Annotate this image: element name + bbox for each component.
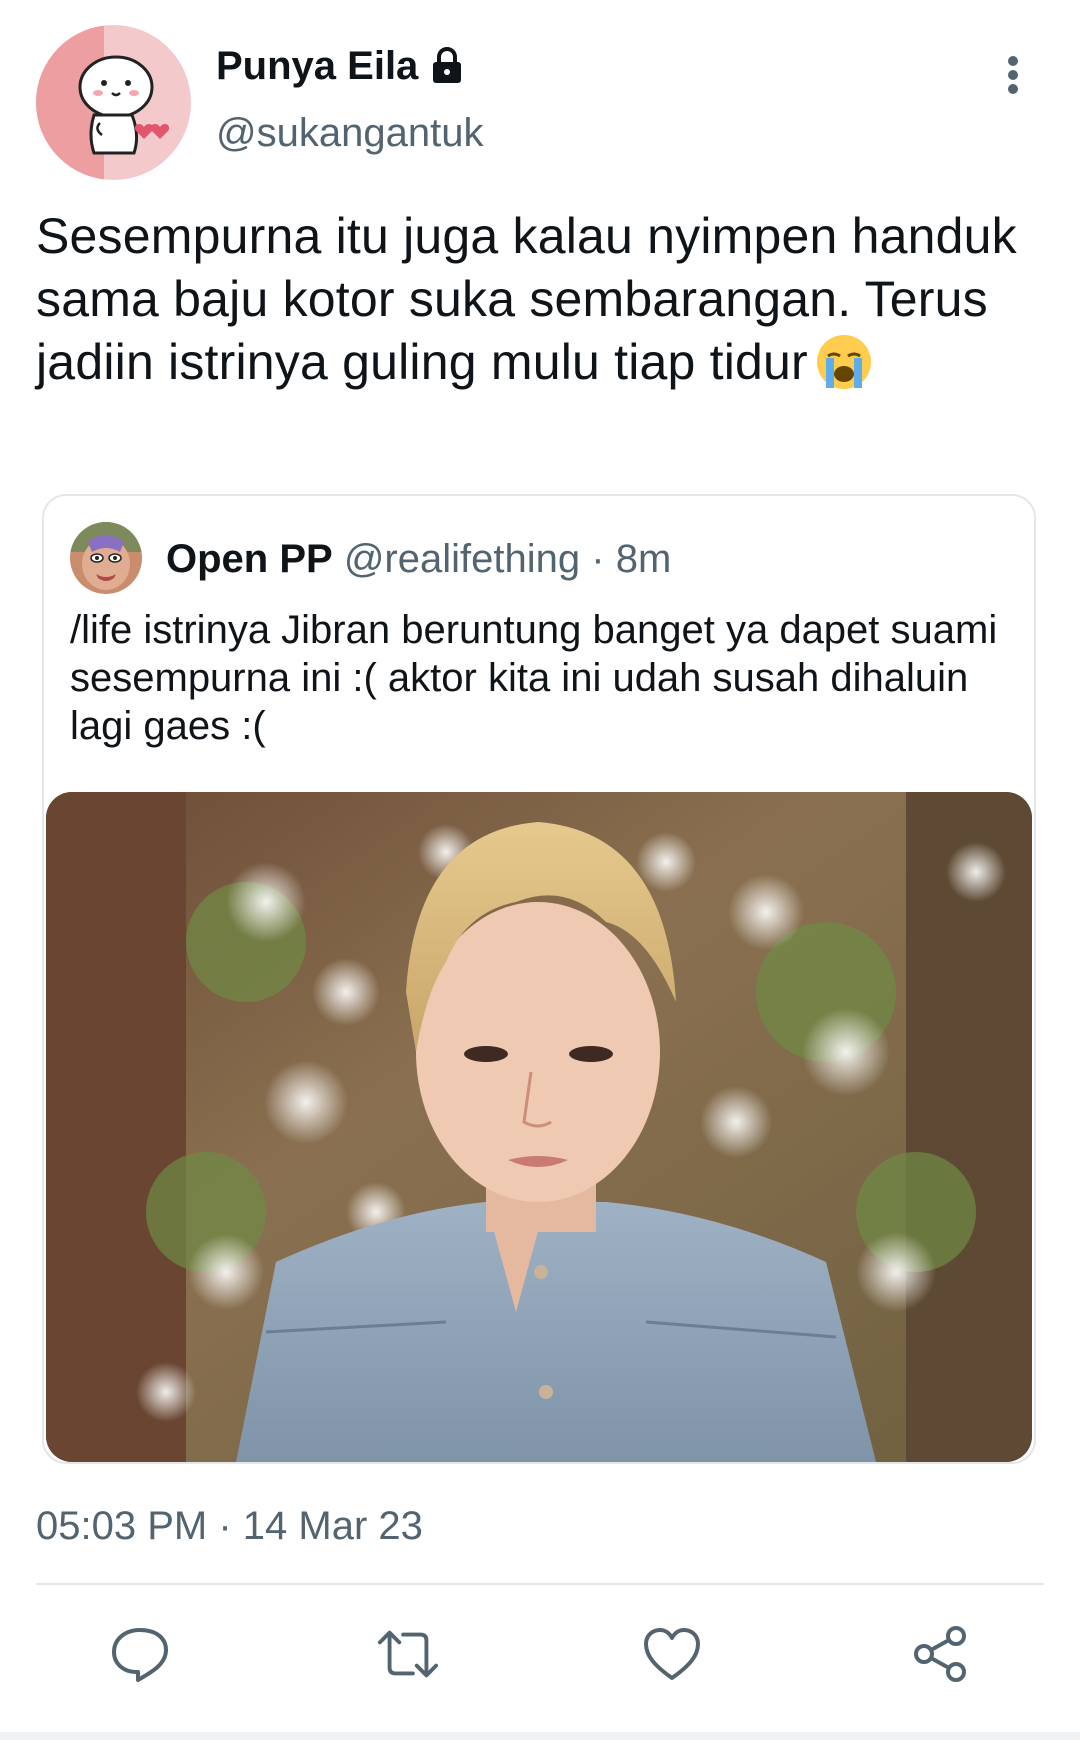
tweet-time: 05:03 PM — [36, 1504, 208, 1548]
share-icon — [914, 1626, 966, 1682]
more-vertical-icon — [1008, 56, 1018, 94]
quoted-tweet-photo[interactable] — [46, 792, 1032, 1462]
quoted-separator: · — [591, 537, 605, 581]
divider — [36, 1583, 1044, 1585]
quoted-display-name[interactable]: Open PP — [166, 537, 333, 581]
reply-button[interactable] — [108, 1622, 172, 1686]
retweet-icon — [377, 1630, 439, 1678]
quoted-author-avatar[interactable] — [70, 522, 142, 594]
lock-icon — [433, 47, 462, 83]
heart-icon — [644, 1628, 700, 1680]
quoted-tweet-text: /life istrinya Jibran beruntung banget y… — [70, 608, 998, 748]
author-display-name[interactable]: Punya Eila — [216, 40, 418, 92]
like-button[interactable] — [640, 1622, 704, 1686]
tweet-date: 14 Mar 23 — [242, 1504, 423, 1548]
quoted-handle[interactable]: @realifething — [344, 537, 580, 581]
author-avatar-image — [36, 25, 191, 180]
comment-icon — [112, 1628, 168, 1682]
quoted-tweet-header: Open PP @realifething · 8m — [166, 534, 671, 584]
quoted-time[interactable]: 8m — [616, 537, 672, 581]
loudly-crying-face-icon — [816, 334, 871, 389]
author-name-row[interactable]: Punya Eila — [216, 40, 464, 92]
photo-image — [46, 792, 1032, 1462]
quoted-avatar-image — [70, 522, 142, 594]
tweet-text: Sesempurna itu juga kalau nyimpen handuk… — [36, 205, 1046, 396]
tweet-timestamp[interactable]: 05:03 PM · 14 Mar 23 — [36, 1500, 423, 1552]
bottom-separator — [0, 1732, 1080, 1740]
timestamp-separator: · — [218, 1504, 232, 1548]
quoted-tweet-card[interactable]: Open PP @realifething · 8m /life istriny… — [42, 494, 1036, 1464]
author-handle[interactable]: @sukangantuk — [216, 107, 483, 159]
author-avatar[interactable] — [36, 25, 191, 180]
retweet-button[interactable] — [376, 1622, 440, 1686]
share-button[interactable] — [908, 1622, 972, 1686]
more-options-button[interactable] — [992, 52, 1034, 98]
